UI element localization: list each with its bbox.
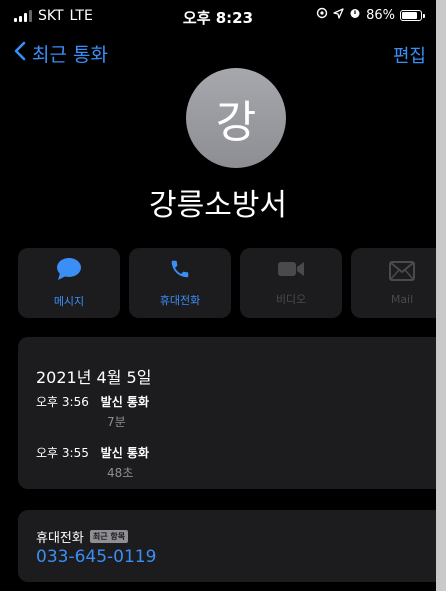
message-icon [56, 257, 82, 285]
contact-name: 강릉소방서 [149, 188, 287, 223]
battery-percent: 86% [366, 7, 395, 23]
mail-label: Mail [390, 292, 414, 306]
mail-button[interactable]: Mail [351, 248, 446, 318]
avatar-initial: 강 [215, 97, 257, 148]
alarm-icon [349, 7, 361, 23]
status-right: 86% [316, 7, 425, 23]
message-button[interactable]: 메시지 [18, 248, 120, 318]
call-duration: 48초 [107, 466, 134, 480]
video-label: 비디오 [275, 293, 307, 306]
recent-badge: 최근 항목 [89, 530, 129, 543]
video-button[interactable]: 비디오 [240, 248, 342, 318]
battery-icon [400, 9, 425, 21]
orientation-lock-icon [316, 7, 328, 23]
call-entry: 오후 3:55 발신 통화 48초 [36, 444, 150, 480]
chevron-left-icon [14, 41, 26, 66]
contact-detail-screen: SKT LTE 오후 8:23 86% 최근 통화 편집 강 강릉소방서 메시지… [0, 0, 446, 591]
action-bar: 메시지 휴대전화 비디오 Mail [18, 248, 446, 318]
back-label: 최근 통화 [32, 44, 108, 66]
mail-icon [389, 260, 415, 285]
avatar: 강 [186, 68, 286, 168]
history-date: 2021년 4월 5일 [36, 368, 152, 387]
video-icon [277, 259, 305, 283]
call-button[interactable]: 휴대전화 [129, 248, 231, 318]
call-entry: 오후 3:56 발신 통화 7분 [36, 393, 150, 429]
call-time: 오후 3:56 [36, 395, 89, 409]
call-type: 발신 통화 [100, 395, 150, 409]
call-label: 휴대전화 [159, 294, 201, 307]
right-edge [436, 0, 446, 591]
status-bar: SKT LTE 오후 8:23 86% [0, 0, 436, 32]
edit-button[interactable]: 편집 [393, 42, 426, 68]
phone-icon [169, 258, 191, 284]
phone-number-link[interactable]: 033-645-0119 [36, 547, 156, 567]
call-time: 오후 3:55 [36, 446, 89, 460]
phone-number-card[interactable]: 휴대전화 최근 항목 033-645-0119 [18, 510, 446, 582]
call-history-card: 2021년 4월 5일 오후 3:56 발신 통화 7분 오후 3:55 발신 … [18, 337, 446, 489]
phone-label-row: 휴대전화 최근 항목 [36, 527, 129, 546]
back-button[interactable]: 최근 통화 [14, 40, 108, 67]
call-duration: 7분 [107, 415, 126, 429]
call-type: 발신 통화 [100, 446, 150, 460]
phone-label: 휴대전화 [36, 531, 84, 546]
location-icon [333, 7, 344, 23]
message-label: 메시지 [53, 295, 85, 308]
